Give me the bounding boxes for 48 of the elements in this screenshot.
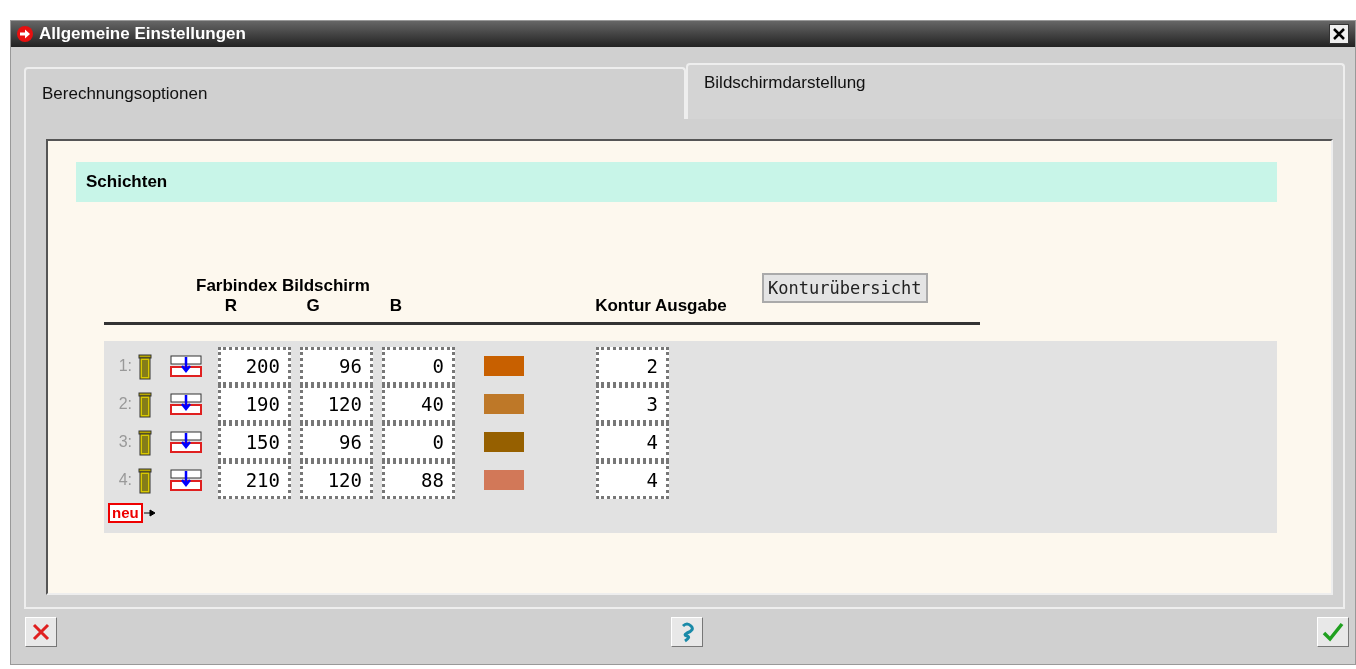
window-title: Allgemeine Einstellungen (39, 24, 247, 44)
color-index-field[interactable]: 96 (300, 423, 373, 461)
close-icon (31, 622, 51, 642)
color-index-field[interactable]: 150 (218, 423, 291, 461)
column-header: G (305, 296, 321, 317)
row-number: 4: (117, 471, 132, 489)
column-header: R (223, 296, 239, 317)
tab[interactable]: Berechnungsoptionen (24, 67, 686, 119)
arrow-icon (143, 509, 156, 517)
color-index-field[interactable]: 96 (300, 347, 373, 385)
insert-row-icon[interactable] (170, 469, 202, 491)
trash-icon[interactable] (138, 390, 152, 418)
new-row-button[interactable]: neu (108, 503, 143, 523)
insert-row-icon[interactable] (170, 431, 202, 453)
checkmark-icon (1322, 622, 1344, 642)
column-header: Kontur Ausgabe (594, 296, 728, 317)
contour-output-field[interactable]: 4 (596, 423, 669, 461)
color-index-field[interactable]: 200 (218, 347, 291, 385)
tab[interactable]: Bildschirmdarstellung (686, 63, 1345, 119)
column-group-heading: Farbindex Bildschirm (195, 276, 371, 296)
section-header: Schichten (76, 162, 1277, 202)
ok-button[interactable] (1317, 617, 1349, 647)
column-header: B (388, 296, 404, 317)
arrow-icon (17, 26, 33, 42)
color-index-field[interactable]: 0 (382, 347, 455, 385)
cancel-button[interactable] (25, 617, 57, 647)
close-icon[interactable] (1329, 24, 1349, 44)
color-index-field[interactable]: 210 (218, 461, 291, 499)
trash-icon[interactable] (138, 466, 152, 494)
row-number: 2: (117, 395, 132, 413)
contour-output-field[interactable]: 4 (596, 461, 669, 499)
insert-row-icon[interactable] (170, 393, 202, 415)
trash-icon[interactable] (138, 428, 152, 456)
contour-output-field[interactable]: 2 (596, 347, 669, 385)
trash-icon[interactable] (138, 352, 152, 380)
color-index-field[interactable]: 120 (300, 385, 373, 423)
help-icon (680, 621, 694, 643)
row-number: 1: (117, 357, 132, 375)
color-index-field[interactable]: 190 (218, 385, 291, 423)
help-button[interactable] (671, 617, 703, 647)
contour-output-field[interactable]: 3 (596, 385, 669, 423)
color-index-field[interactable]: 0 (382, 423, 455, 461)
insert-row-icon[interactable] (170, 355, 202, 377)
color-index-field[interactable]: 40 (382, 385, 455, 423)
color-index-field[interactable]: 120 (300, 461, 373, 499)
row-number: 3: (117, 433, 132, 451)
color-index-field[interactable]: 88 (382, 461, 455, 499)
contour-overview-button[interactable]: Konturübersicht (762, 273, 928, 303)
